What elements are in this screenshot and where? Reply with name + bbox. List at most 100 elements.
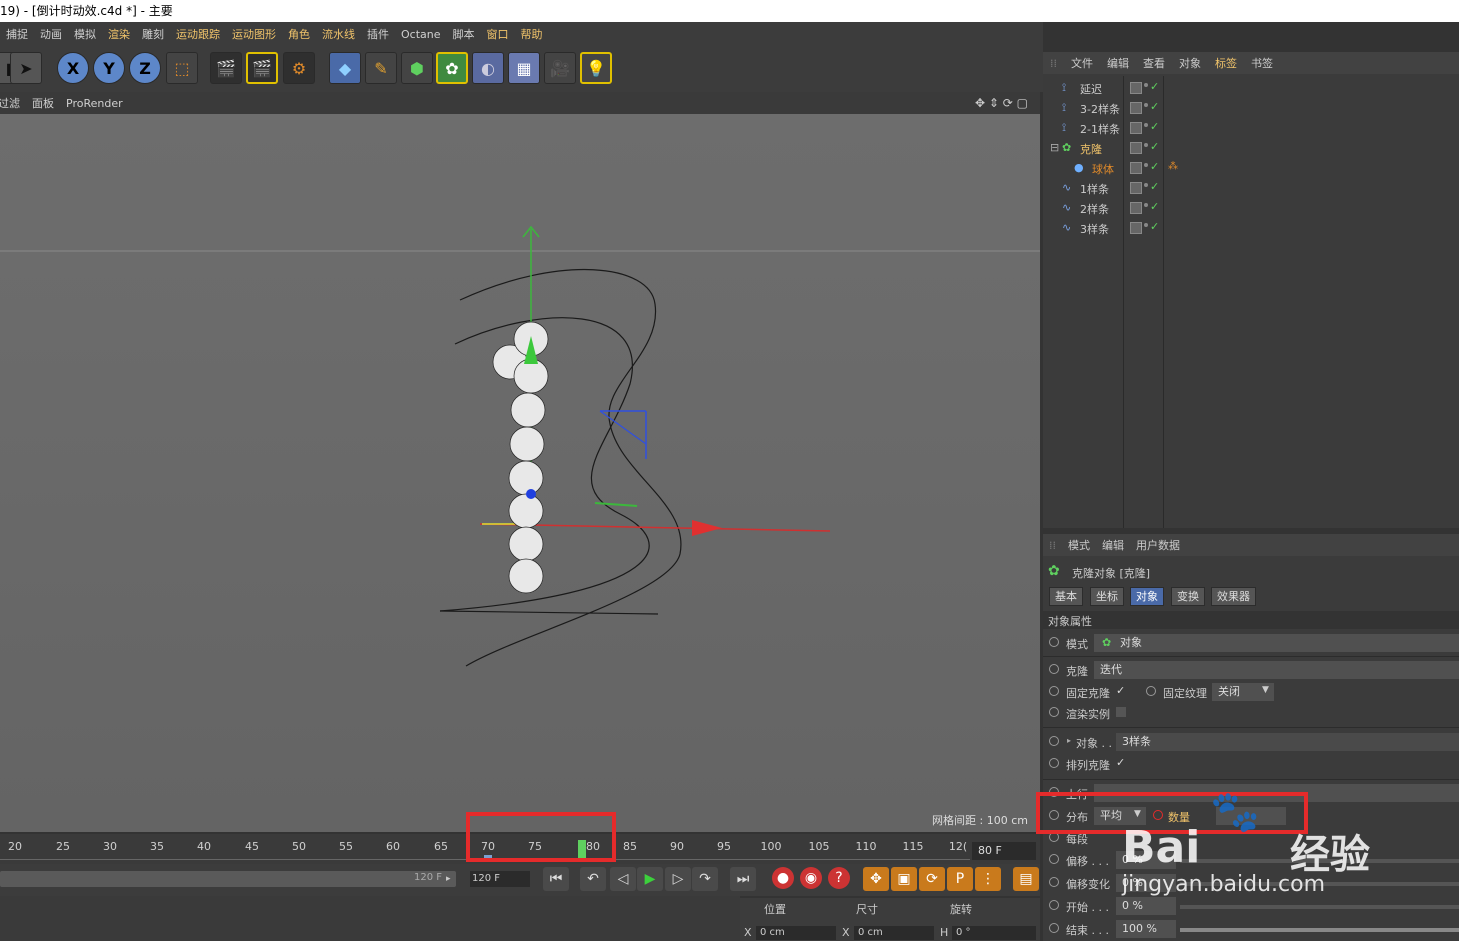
animate-radio[interactable] xyxy=(1146,686,1156,696)
animate-radio[interactable] xyxy=(1049,758,1059,768)
rotate-key-icon[interactable]: ⟳ xyxy=(919,867,945,891)
current-frame-field[interactable]: 80 F xyxy=(972,842,1036,860)
om-menu-item[interactable]: 书签 xyxy=(1244,55,1280,71)
object-row-sphere[interactable]: ● 球体 ✓ ⁂ xyxy=(1046,158,1456,178)
previous-key-icon[interactable]: ↶ xyxy=(580,867,606,891)
end-field[interactable]: 100 % xyxy=(1116,920,1176,938)
subdivision-icon[interactable]: ⬢ xyxy=(401,52,433,84)
viewport-menu-item[interactable]: ProRender xyxy=(60,97,129,110)
visibility-icon[interactable] xyxy=(1130,222,1142,234)
object-row-spline-3-2[interactable]: ⟟ 3-2样条 ✓ xyxy=(1046,98,1456,118)
scale-key-icon[interactable]: ▣ xyxy=(891,867,917,891)
visibility-icon[interactable] xyxy=(1130,102,1142,114)
enabled-check-icon[interactable]: ✓ xyxy=(1150,80,1159,93)
enabled-check-icon[interactable]: ✓ xyxy=(1150,140,1159,153)
pla-key-icon[interactable]: ⋮ xyxy=(975,867,1001,891)
object-row-spline-2[interactable]: ∿ 2样条 ✓ xyxy=(1046,198,1456,218)
cube-icon[interactable]: ◆ xyxy=(329,52,361,84)
om-menu-item[interactable]: 查看 xyxy=(1136,55,1172,71)
range-arrow-icon[interactable]: ▸ xyxy=(446,874,451,884)
menu-item[interactable]: 运动跟踪 xyxy=(170,26,226,42)
mode-dropdown[interactable]: 对象 xyxy=(1094,634,1459,652)
menu-item[interactable]: 插件 xyxy=(361,26,395,42)
visibility-icon[interactable] xyxy=(1130,182,1142,194)
om-menu-item[interactable]: 标签 xyxy=(1208,55,1244,71)
menu-item[interactable]: 帮助 xyxy=(515,26,549,42)
param-key-icon[interactable]: P xyxy=(947,867,973,891)
menu-item[interactable]: 渲染 xyxy=(102,26,136,42)
menu-item[interactable]: 运动图形 xyxy=(226,26,282,42)
viewport-menu-item[interactable]: 面板 xyxy=(26,95,60,111)
z-axis-lock-button[interactable]: Z xyxy=(129,52,161,84)
go-to-start-icon[interactable]: ⏮ xyxy=(543,867,569,891)
coordinate-system-icon[interactable]: ⬚ xyxy=(166,52,198,84)
tab-effectors[interactable]: 效果器 xyxy=(1211,587,1256,606)
animate-radio[interactable] xyxy=(1049,900,1059,910)
move-key-icon[interactable]: ✥ xyxy=(863,867,889,891)
cursor-tool-icon[interactable]: ➤ xyxy=(10,52,42,84)
visibility-icon[interactable] xyxy=(1130,82,1142,94)
render-instance-checkbox[interactable] xyxy=(1116,707,1126,717)
3d-viewport[interactable]: 网格间距 : 100 cm xyxy=(0,114,1040,832)
rotation-h-field[interactable]: 0 ° xyxy=(952,926,1036,940)
floor-scene-icon[interactable]: ▦ xyxy=(508,52,540,84)
animate-radio[interactable] xyxy=(1049,637,1059,647)
tab-basic[interactable]: 基本 xyxy=(1049,587,1083,606)
render-settings-icon[interactable]: ⚙ xyxy=(283,52,315,84)
enabled-check-icon[interactable]: ✓ xyxy=(1150,180,1159,193)
enabled-check-icon[interactable]: ✓ xyxy=(1150,200,1159,213)
visibility-icon[interactable] xyxy=(1130,122,1142,134)
range-end-field[interactable]: 120 F xyxy=(470,871,530,887)
preview-range-slider[interactable] xyxy=(0,871,456,887)
deformer-icon[interactable]: ◐ xyxy=(472,52,504,84)
arrange-checkbox[interactable]: ✓ xyxy=(1116,756,1125,769)
am-menu-item[interactable]: 用户数据 xyxy=(1130,537,1186,553)
animate-radio[interactable] xyxy=(1049,664,1059,674)
light-icon[interactable]: 💡 xyxy=(580,52,612,84)
render-picture-viewer-icon[interactable]: 🎬 xyxy=(246,52,278,84)
render-view-icon[interactable]: 🎬 xyxy=(210,52,242,84)
visibility-icon[interactable] xyxy=(1130,202,1142,214)
step-forward-icon[interactable]: ▷ xyxy=(665,867,691,891)
record-keys-icon[interactable]: ● xyxy=(772,867,794,889)
camera-icon[interactable]: 🎥 xyxy=(544,52,576,84)
object-row-cloner[interactable]: ⊟ ✿ 克隆 ✓ xyxy=(1046,138,1456,158)
menu-item[interactable]: 动画 xyxy=(34,26,68,42)
step-back-icon[interactable]: ◁ xyxy=(610,867,636,891)
menu-item[interactable]: 流水线 xyxy=(316,26,361,42)
menu-item[interactable]: 脚本 xyxy=(447,26,481,42)
menu-item[interactable]: 模拟 xyxy=(68,26,102,42)
animate-radio[interactable] xyxy=(1049,854,1059,864)
menu-item[interactable]: 窗口 xyxy=(481,26,515,42)
material-tag-icon[interactable]: ⁂ xyxy=(1168,161,1178,172)
om-menu-item[interactable]: 编辑 xyxy=(1100,55,1136,71)
pen-spline-icon[interactable]: ✎ xyxy=(365,52,397,84)
size-x-field[interactable]: 0 cm xyxy=(854,926,934,940)
tab-transform[interactable]: 变换 xyxy=(1171,587,1205,606)
tab-object[interactable]: 对象 xyxy=(1130,587,1164,606)
next-key-icon[interactable]: ↷ xyxy=(692,867,718,891)
animate-radio[interactable] xyxy=(1049,686,1059,696)
object-link-field[interactable]: 3样条 xyxy=(1116,733,1459,751)
menu-item[interactable]: 捕捉 xyxy=(0,26,34,42)
om-menu-item[interactable]: 文件 xyxy=(1064,55,1100,71)
viewport-menu-item[interactable]: 过滤 xyxy=(0,95,26,111)
enabled-check-icon[interactable]: ✓ xyxy=(1150,160,1159,173)
enabled-check-icon[interactable]: ✓ xyxy=(1150,120,1159,133)
animate-radio[interactable] xyxy=(1049,923,1059,933)
viewport-nav-icons[interactable]: ✥ ⇕ ⟳ ▢ xyxy=(969,96,1034,110)
x-axis-lock-button[interactable]: X xyxy=(57,52,89,84)
om-menu-item[interactable]: 对象 xyxy=(1172,55,1208,71)
animate-radio[interactable] xyxy=(1049,736,1059,746)
enabled-check-icon[interactable]: ✓ xyxy=(1150,220,1159,233)
menu-item[interactable]: Octane xyxy=(395,28,447,41)
play-icon[interactable]: ▶ xyxy=(637,867,663,891)
am-menu-item[interactable]: 模式 xyxy=(1062,537,1096,553)
enabled-check-icon[interactable]: ✓ xyxy=(1150,100,1159,113)
menu-item[interactable]: 角色 xyxy=(282,26,316,42)
clone-mode-dropdown[interactable]: 迭代 xyxy=(1094,661,1459,679)
auto-key-icon[interactable]: ◉ xyxy=(800,867,822,889)
visibility-icon[interactable] xyxy=(1130,142,1142,154)
object-row-delay[interactable]: ⟟ 延迟 ✓ xyxy=(1046,78,1456,98)
position-x-field[interactable]: 0 cm xyxy=(756,926,836,940)
